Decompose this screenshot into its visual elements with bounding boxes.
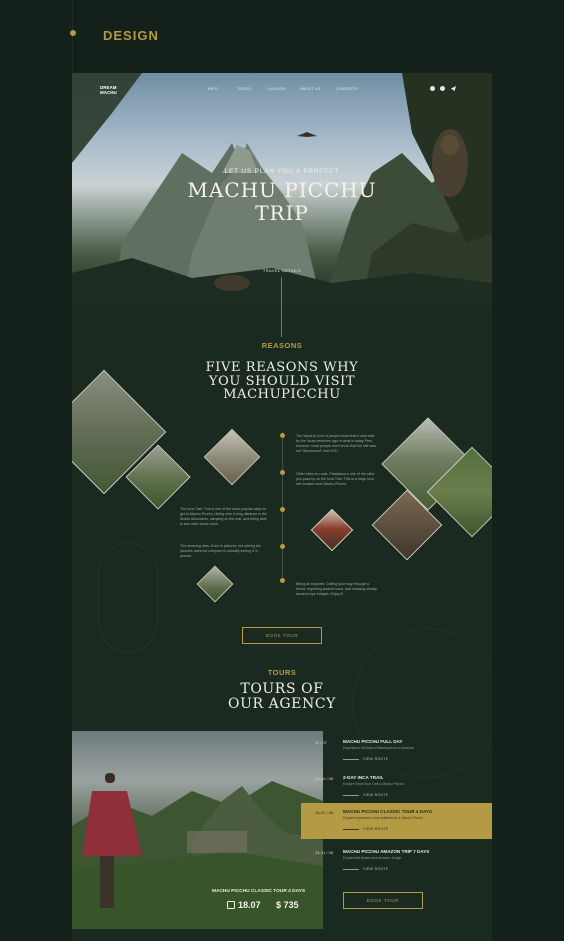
tour-date: 18-22 / 08 [315, 810, 334, 815]
reasons-label: REASONS [261, 341, 303, 350]
tours-book-tour-button[interactable]: BOOK TOUR [343, 892, 423, 909]
tour-title: 2-DAY INCA TRAIL [343, 775, 384, 780]
design-label: DESIGN [103, 28, 159, 43]
reasons-title-line3: MACHUPICCHU [223, 387, 341, 402]
hero-divider [281, 277, 282, 337]
reason-text-1: The Mystery. A lot of people know that i… [296, 434, 376, 453]
tour-title: MACHU PICCHU AMAZON TRIP 7 DAYS [343, 849, 430, 854]
arrow-line-icon [343, 795, 359, 796]
brand-logo[interactable]: DREAM MACHU [100, 85, 117, 95]
reason-text-2: Other sites en route. Patallacta is one … [296, 472, 375, 486]
tour-desc: Experience the best of Machupicchu & Hua… [343, 746, 414, 750]
top-nav: DREAM MACHU INFO TOURS GALLERY ABOUT US … [72, 83, 492, 99]
travel-details-link[interactable]: TRAVEL DETAILS [72, 268, 492, 273]
reason-photo-llama [203, 428, 261, 486]
tours-label: TOURS [267, 668, 297, 677]
instagram-icon[interactable] [430, 86, 435, 91]
reasons-book-tour-button[interactable]: BOOK TOUR [242, 627, 322, 644]
timeline-dot [280, 507, 285, 512]
nav-item-tours[interactable]: TOURS [237, 87, 251, 91]
nav-item-gallery[interactable]: GALLERY [268, 87, 287, 91]
tours-title-line1: TOURS OF [240, 681, 324, 697]
tour-desc: Explore the Andes and Amazon Jungle [343, 856, 402, 860]
decorative-pattern-left [98, 543, 158, 653]
landing-page: DREAM MACHU INFO TOURS GALLERY ABOUT US … [72, 73, 492, 941]
timeline-dot [280, 578, 285, 583]
hero-title: MACHU PICCHU TRIP [72, 179, 492, 225]
view-route-link[interactable]: VIEW ROUTE [363, 757, 388, 761]
tour-item[interactable]: 12-14 / 08 2-DAY INCA TRAIL Explore Shor… [301, 769, 492, 805]
logo-line2: MACHU [100, 90, 117, 95]
bullet-dot [70, 30, 76, 36]
reason-text-3: The Inca Trail. This is one of the most … [180, 507, 267, 526]
timeline-dot [280, 433, 285, 438]
tour-photo-date: 18.07 [238, 900, 261, 910]
reasons-timeline [282, 431, 283, 581]
tour-date: 12-14 / 08 [315, 776, 334, 781]
tour-item-active[interactable]: 18-22 / 08 MACHU PICCHU CLASSIC TOUR 4 D… [301, 803, 492, 839]
view-route-link[interactable]: VIEW ROUTE [363, 793, 388, 797]
tour-desc: Explore Short Inca Trail & Machu Picchu [343, 782, 404, 786]
hero-title-line2: TRIP [255, 201, 309, 225]
arrow-line-icon [343, 829, 359, 830]
tour-date: 11 / 07 [315, 740, 327, 745]
reasons-title: FIVE REASONS WHY YOU SHOULD VISIT MACHUP… [72, 361, 492, 402]
tour-title: MACHU PICCHU FULL DAY [343, 739, 403, 744]
reason-photo-explorer [310, 508, 354, 552]
tours-title: TOURS OF OUR AGENCY [72, 682, 492, 712]
arrow-line-icon [343, 759, 359, 760]
nav-item-contacts[interactable]: CONTACTS [336, 87, 358, 91]
reason-text-5: Being an explorer. Cutting your way thro… [296, 582, 377, 596]
reasons-title-line2: YOU SHOULD VISIT [208, 373, 356, 389]
tour-item[interactable]: 11 / 07 MACHU PICCHU FULL DAY Experience… [301, 733, 492, 769]
tour-title: MACHU PICCHU CLASSIC TOUR 4 DAYS [343, 809, 433, 814]
view-route-link[interactable]: VIEW ROUTE [363, 867, 388, 871]
view-route-link[interactable]: VIEW ROUTE [363, 827, 388, 831]
tour-desc: Explore mysterious Inca settlements & Ma… [343, 816, 423, 820]
timeline-dot [280, 470, 285, 475]
timeline-dot [280, 544, 285, 549]
reason-photo-view [196, 565, 234, 603]
tour-item[interactable]: 24-31 / 08 MACHU PICCHU AMAZON TRIP 7 DA… [301, 843, 492, 879]
tour-photo-price: $ 735 [276, 900, 299, 910]
tour-date: 24-31 / 08 [315, 850, 334, 855]
hero-subtitle: LET US PLAN YOU A PERFECT [224, 168, 340, 175]
whatsapp-icon[interactable] [440, 86, 445, 91]
tours-title-line2: OUR AGENCY [228, 696, 336, 712]
telegram-icon[interactable] [451, 86, 456, 91]
hero-section: DREAM MACHU INFO TOURS GALLERY ABOUT US … [72, 73, 492, 305]
nav-item-about[interactable]: ABOUT US [300, 87, 321, 91]
reason-text-4: The amazing view. Even in pictures, but … [180, 544, 261, 558]
arrow-line-icon [343, 869, 359, 870]
reasons-title-line1: FIVE REASONS WHY [205, 360, 359, 375]
nav-item-info[interactable]: INFO [208, 87, 218, 91]
hero-title-line1: MACHU PICCHU [187, 178, 377, 202]
tour-photo-caption: MACHU PICCHU CLASSIC TOUR 4 DAYS [212, 889, 306, 894]
calendar-icon [227, 901, 235, 909]
